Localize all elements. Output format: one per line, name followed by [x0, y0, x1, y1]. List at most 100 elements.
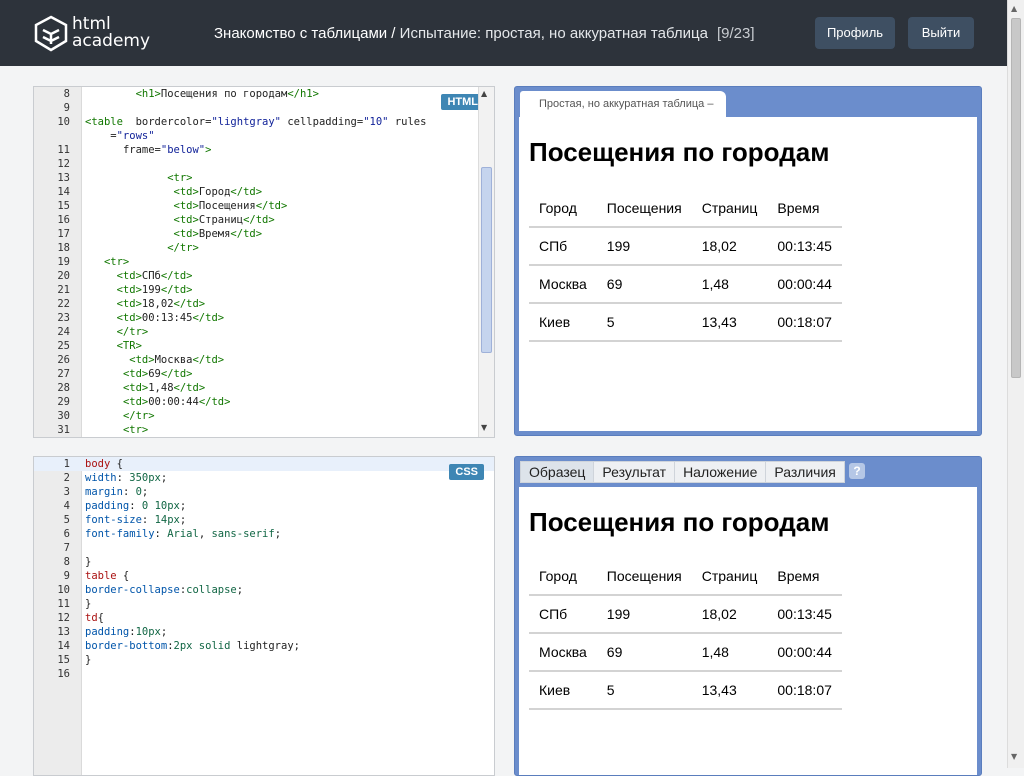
code-text[interactable]: frame="below"> — [85, 143, 212, 157]
code-line[interactable]: 28 <td>1,48</td> — [34, 381, 494, 395]
html-editor-scrollbar[interactable]: ▲ ▼ — [478, 87, 494, 437]
code-line[interactable]: 18 </tr> — [34, 241, 494, 255]
code-text[interactable]: } — [85, 597, 91, 611]
code-text[interactable]: table { — [85, 569, 129, 583]
code-text[interactable]: } — [85, 555, 91, 569]
scroll-down-icon[interactable]: ▼ — [481, 423, 487, 432]
code-line[interactable]: 16 — [34, 667, 494, 681]
code-line[interactable]: 11} — [34, 597, 494, 611]
help-icon[interactable]: ? — [849, 463, 865, 479]
code-text[interactable]: <td>199</td> — [85, 283, 193, 297]
code-line[interactable]: 27 <td>69</td> — [34, 367, 494, 381]
code-text[interactable]: <td>69</td> — [85, 367, 193, 381]
code-text[interactable]: <td>00:13:45</td> — [85, 311, 224, 325]
preview-tab[interactable]: Простая, но аккуратная таблица – — [520, 91, 726, 117]
page-scrollbar-thumb[interactable] — [1011, 18, 1021, 378]
code-line[interactable]: 12 td{ — [34, 611, 494, 625]
code-text[interactable]: width: 350px; — [85, 471, 167, 485]
code-line[interactable]: 4 padding: 0 10px; — [34, 499, 494, 513]
code-line[interactable]: 23 <td>00:13:45</td> — [34, 311, 494, 325]
course-link[interactable]: Знакомство с таблицами — [214, 25, 387, 42]
code-line[interactable]: 1 body { — [34, 457, 494, 471]
code-text[interactable]: <td>Москва</td> — [85, 353, 224, 367]
code-text[interactable]: <tr> — [85, 423, 148, 437]
scroll-up-icon[interactable]: ▲ — [1011, 4, 1017, 13]
code-line[interactable]: 24 </tr> — [34, 325, 494, 339]
code-line[interactable]: 7 — [34, 541, 494, 555]
code-text[interactable]: border-bottom:2px solid lightgray; — [85, 639, 300, 653]
code-line[interactable]: 12 — [34, 157, 494, 171]
code-line[interactable]: 17 <td>Время</td> — [34, 227, 494, 241]
css-code-editor[interactable]: 1 body {2 width: 350px; 3 margin: 0; 4 padding… — [33, 456, 495, 776]
logout-button[interactable]: Выйти — [908, 17, 974, 49]
code-line[interactable]: 5 font-size: 14px; — [34, 513, 494, 527]
code-text[interactable]: padding: 0 10px; — [85, 499, 186, 513]
code-line[interactable]: 26 <td>Москва</td> — [34, 353, 494, 367]
scroll-down-icon[interactable]: ▼ — [1011, 752, 1017, 761]
code-line[interactable]: 25 <TR> — [34, 339, 494, 353]
code-text[interactable]: <td>Страниц</td> — [85, 213, 275, 227]
code-line[interactable]: 14 border-bottom:2px solid lightgray; — [34, 639, 494, 653]
tab-sample[interactable]: Образец — [520, 461, 595, 483]
code-line[interactable]: 21 <td>199</td> — [34, 283, 494, 297]
code-line[interactable]: 2 width: 350px; — [34, 471, 494, 485]
code-line[interactable]: 6 font-family: Arial, sans-serif; — [34, 527, 494, 541]
code-line[interactable]: 9 — [34, 101, 494, 115]
tab-result[interactable]: Результат — [593, 461, 676, 483]
code-text[interactable]: ="rows" — [85, 129, 154, 143]
code-line[interactable]: 19 <tr> — [34, 255, 494, 269]
css-code-lines[interactable]: 1 body {2 width: 350px; 3 margin: 0; 4 padding… — [34, 457, 494, 681]
code-text[interactable]: <td>Время</td> — [85, 227, 263, 241]
html-code-editor[interactable]: 8 <h1>Посещения по городам</h1> 9 10 <table… — [33, 86, 495, 438]
page-scrollbar[interactable]: ▲ ▼ — [1007, 0, 1024, 768]
tab-overlay[interactable]: Наложение — [674, 461, 767, 483]
code-text[interactable]: </tr> — [85, 325, 149, 339]
code-text[interactable]: <tr> — [85, 171, 192, 185]
code-line[interactable]: 10 border-collapse:collapse; — [34, 583, 494, 597]
code-line[interactable]: 3 margin: 0; — [34, 485, 494, 499]
code-text[interactable]: font-size: 14px; — [85, 513, 186, 527]
code-text[interactable]: <table bordercolor="lightgray" cellpaddi… — [85, 115, 426, 129]
code-text[interactable]: </tr> — [85, 241, 199, 255]
code-text[interactable]: <td>1,48</td> — [85, 381, 205, 395]
code-text[interactable]: <td>Город</td> — [85, 185, 263, 199]
code-line[interactable]: 15} — [34, 653, 494, 667]
code-line[interactable]: ="rows" — [34, 129, 494, 143]
html-editor-scrollbar-thumb[interactable] — [481, 167, 492, 353]
profile-button[interactable]: Профиль — [815, 17, 895, 49]
code-line[interactable]: 15 <td>Посещения</td> — [34, 199, 494, 213]
code-line[interactable]: 13 <tr> — [34, 171, 494, 185]
tab-diff[interactable]: Различия — [765, 461, 845, 483]
code-line[interactable]: 22 <td>18,02</td> — [34, 297, 494, 311]
code-line[interactable]: 10 <table bordercolor="lightgray" cellpad… — [34, 115, 494, 129]
code-line[interactable]: 11 frame="below"> — [34, 143, 494, 157]
code-text[interactable]: body { — [85, 457, 123, 471]
code-line[interactable]: 31 <tr> — [34, 423, 494, 437]
code-line[interactable]: 16 <td>Страниц</td> — [34, 213, 494, 227]
code-text[interactable]: <TR> — [85, 339, 142, 353]
code-line[interactable]: 14 <td>Город</td> — [34, 185, 494, 199]
code-text[interactable]: } — [85, 653, 91, 667]
code-line[interactable]: 20 <td>СПб</td> — [34, 269, 494, 283]
code-line[interactable]: 8} — [34, 555, 494, 569]
code-text[interactable]: </tr> — [85, 409, 155, 423]
code-line[interactable]: 29 <td>00:00:44</td> — [34, 395, 494, 409]
code-text[interactable]: td{ — [85, 611, 104, 625]
code-text[interactable]: <td>18,02</td> — [85, 297, 206, 311]
code-line[interactable]: 9 table { — [34, 569, 494, 583]
code-text[interactable]: <tr> — [85, 255, 129, 269]
code-line[interactable]: 30 </tr> — [34, 409, 494, 423]
html-code-lines[interactable]: 8 <h1>Посещения по городам</h1> 9 10 <table… — [34, 87, 494, 437]
code-text[interactable]: <td>Посещения</td> — [85, 199, 288, 213]
code-text[interactable]: border-collapse:collapse; — [85, 583, 243, 597]
code-text[interactable]: <h1>Посещения по городам</h1> — [85, 87, 319, 101]
code-line[interactable]: 13 padding:10px; — [34, 625, 494, 639]
code-text[interactable]: margin: 0; — [85, 485, 148, 499]
scroll-up-icon[interactable]: ▲ — [481, 89, 487, 98]
code-text[interactable]: <td>00:00:44</td> — [85, 395, 230, 409]
code-text[interactable]: padding:10px; — [85, 625, 167, 639]
code-text[interactable]: font-family: Arial, sans-serif; — [85, 527, 281, 541]
code-text[interactable]: <td>СПб</td> — [85, 269, 193, 283]
code-line[interactable]: 8 <h1>Посещения по городам</h1> — [34, 87, 494, 101]
line-number: 16 — [57, 214, 70, 226]
